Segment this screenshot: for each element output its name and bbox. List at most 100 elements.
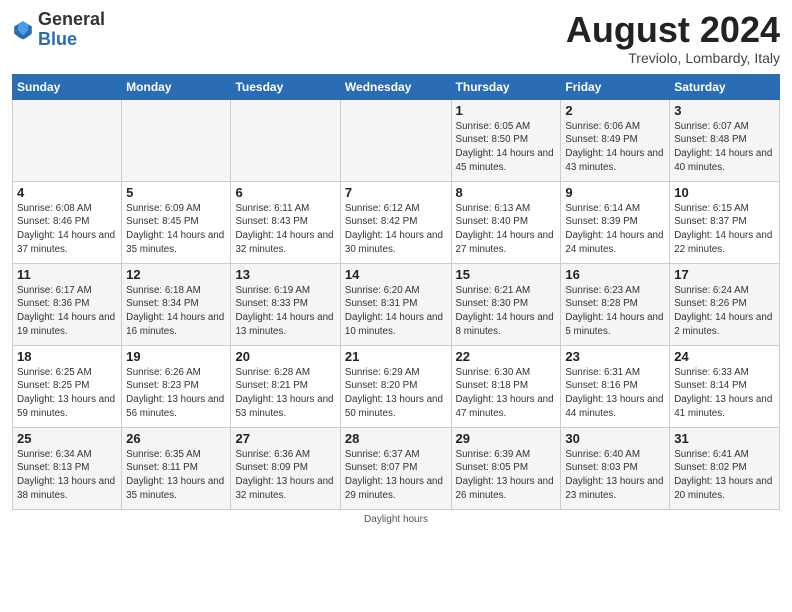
day-number: 4 [17,185,117,200]
day-number: 12 [126,267,226,282]
calendar-week-3: 11Sunrise: 6:17 AM Sunset: 8:36 PM Dayli… [13,263,780,345]
day-info: Sunrise: 6:25 AM Sunset: 8:25 PM Dayligh… [17,366,117,421]
calendar-cell: 8 Sunrise: 6:13 AM Sunset: 8:40 PM Daylig… [451,181,561,263]
calendar-cell: 6 Sunrise: 6:11 AM Sunset: 8:43 PM Daylig… [231,181,340,263]
day-info: Sunrise: 6:31 AM Sunset: 8:16 PM Dayligh… [565,366,665,421]
day-info: Sunrise: 6:36 AM Sunset: 8:09 PM Dayligh… [235,448,335,503]
day-info: Sunrise: 6:13 AM Sunset: 8:40 PM Dayligh… [456,202,557,257]
calendar-cell: 4 Sunrise: 6:08 AM Sunset: 8:46 PM Daylig… [13,181,122,263]
calendar-cell: 26Sunrise: 6:35 AM Sunset: 8:11 PM Dayli… [122,427,231,509]
logo-text: General Blue [38,10,105,50]
calendar-week-4: 18Sunrise: 6:25 AM Sunset: 8:25 PM Dayli… [13,345,780,427]
calendar-cell: 3 Sunrise: 6:07 AM Sunset: 8:48 PM Daylig… [670,99,780,181]
day-number: 14 [345,267,447,282]
col-header-saturday: Saturday [670,74,780,99]
day-number: 2 [565,103,665,118]
calendar-header-row: SundayMondayTuesdayWednesdayThursdayFrid… [13,74,780,99]
calendar-cell: 31 Sunrise: 6:41 AM Sunset: 8:02 PM Dayli… [670,427,780,509]
day-info: Sunrise: 6:20 AM Sunset: 8:31 PM Dayligh… [345,284,447,339]
col-header-sunday: Sunday [13,74,122,99]
calendar-cell: 29Sunrise: 6:39 AM Sunset: 8:05 PM Dayli… [451,427,561,509]
calendar-cell: 17Sunrise: 6:24 AM Sunset: 8:26 PM Dayli… [670,263,780,345]
day-number: 28 [345,431,447,446]
calendar-cell: 9 Sunrise: 6:14 AM Sunset: 8:39 PM Daylig… [561,181,670,263]
day-number: 16 [565,267,665,282]
day-number: 7 [345,185,447,200]
day-number: 5 [126,185,226,200]
day-info: Sunrise: 6:34 AM Sunset: 8:13 PM Dayligh… [17,448,117,503]
day-info: Sunrise: 6:21 AM Sunset: 8:30 PM Dayligh… [456,284,557,339]
logo-icon [12,19,34,41]
calendar-cell: 25 Sunrise: 6:34 AM Sunset: 8:13 PM Dayli… [13,427,122,509]
calendar-week-1: 1 Sunrise: 6:05 AM Sunset: 8:50 PM Daylig… [13,99,780,181]
day-info: Sunrise: 6:17 AM Sunset: 8:36 PM Dayligh… [17,284,117,339]
day-info: Sunrise: 6:07 AM Sunset: 8:48 PM Dayligh… [674,120,775,175]
day-info: Sunrise: 6:40 AM Sunset: 8:03 PM Dayligh… [565,448,665,503]
calendar-cell: 14 Sunrise: 6:20 AM Sunset: 8:31 PM Dayli… [340,263,451,345]
day-info: Sunrise: 6:23 AM Sunset: 8:28 PM Dayligh… [565,284,665,339]
day-info: Sunrise: 6:35 AM Sunset: 8:11 PM Dayligh… [126,448,226,503]
col-header-tuesday: Tuesday [231,74,340,99]
day-info: Sunrise: 6:29 AM Sunset: 8:20 PM Dayligh… [345,366,447,421]
day-number: 25 [17,431,117,446]
calendar-table: SundayMondayTuesdayWednesdayThursdayFrid… [12,74,780,510]
day-number: 31 [674,431,775,446]
day-number: 30 [565,431,665,446]
calendar-cell: 13 Sunrise: 6:19 AM Sunset: 8:33 PM Dayli… [231,263,340,345]
calendar-cell: 30 Sunrise: 6:40 AM Sunset: 8:03 PM Dayli… [561,427,670,509]
day-info: Sunrise: 6:05 AM Sunset: 8:50 PM Dayligh… [456,120,557,175]
calendar-cell: 10Sunrise: 6:15 AM Sunset: 8:37 PM Dayli… [670,181,780,263]
col-header-friday: Friday [561,74,670,99]
calendar-cell: 16 Sunrise: 6:23 AM Sunset: 8:28 PM Dayli… [561,263,670,345]
day-number: 21 [345,349,447,364]
calendar-cell: 18Sunrise: 6:25 AM Sunset: 8:25 PM Dayli… [13,345,122,427]
day-info: Sunrise: 6:08 AM Sunset: 8:46 PM Dayligh… [17,202,117,257]
day-info: Sunrise: 6:28 AM Sunset: 8:21 PM Dayligh… [235,366,335,421]
day-number: 20 [235,349,335,364]
footer-note: Daylight hours [12,514,780,525]
day-number: 27 [235,431,335,446]
day-number: 29 [456,431,557,446]
month-title: August 2024 [566,10,780,50]
page-container: General Blue August 2024 Treviolo, Lomba… [0,0,792,531]
day-info: Sunrise: 6:09 AM Sunset: 8:45 PM Dayligh… [126,202,226,257]
day-info: Sunrise: 6:11 AM Sunset: 8:43 PM Dayligh… [235,202,335,257]
calendar-cell: 24Sunrise: 6:33 AM Sunset: 8:14 PM Dayli… [670,345,780,427]
day-info: Sunrise: 6:41 AM Sunset: 8:02 PM Dayligh… [674,448,775,503]
col-header-thursday: Thursday [451,74,561,99]
day-number: 13 [235,267,335,282]
calendar-cell: 19Sunrise: 6:26 AM Sunset: 8:23 PM Dayli… [122,345,231,427]
calendar-cell: 1 Sunrise: 6:05 AM Sunset: 8:50 PM Daylig… [451,99,561,181]
calendar-cell: 21 Sunrise: 6:29 AM Sunset: 8:20 PM Dayli… [340,345,451,427]
calendar-cell: 5 Sunrise: 6:09 AM Sunset: 8:45 PM Daylig… [122,181,231,263]
day-number: 22 [456,349,557,364]
calendar-cell [13,99,122,181]
calendar-cell: 12 Sunrise: 6:18 AM Sunset: 8:34 PM Dayli… [122,263,231,345]
day-info: Sunrise: 6:12 AM Sunset: 8:42 PM Dayligh… [345,202,447,257]
col-header-monday: Monday [122,74,231,99]
day-number: 24 [674,349,775,364]
day-number: 10 [674,185,775,200]
day-info: Sunrise: 6:18 AM Sunset: 8:34 PM Dayligh… [126,284,226,339]
calendar-cell [340,99,451,181]
day-number: 3 [674,103,775,118]
day-info: Sunrise: 6:06 AM Sunset: 8:49 PM Dayligh… [565,120,665,175]
calendar-cell: 20 Sunrise: 6:28 AM Sunset: 8:21 PM Dayli… [231,345,340,427]
title-area: August 2024 Treviolo, Lombardy, Italy [566,10,780,66]
calendar-week-5: 25 Sunrise: 6:34 AM Sunset: 8:13 PM Dayli… [13,427,780,509]
calendar-cell: 15 Sunrise: 6:21 AM Sunset: 8:30 PM Dayli… [451,263,561,345]
day-number: 9 [565,185,665,200]
day-number: 8 [456,185,557,200]
calendar-cell: 23 Sunrise: 6:31 AM Sunset: 8:16 PM Dayli… [561,345,670,427]
day-number: 15 [456,267,557,282]
day-info: Sunrise: 6:14 AM Sunset: 8:39 PM Dayligh… [565,202,665,257]
logo: General Blue [12,10,105,50]
day-number: 6 [235,185,335,200]
logo-blue-text: Blue [38,29,77,49]
calendar-cell: 22Sunrise: 6:30 AM Sunset: 8:18 PM Dayli… [451,345,561,427]
day-number: 1 [456,103,557,118]
location-subtitle: Treviolo, Lombardy, Italy [566,50,780,66]
day-info: Sunrise: 6:19 AM Sunset: 8:33 PM Dayligh… [235,284,335,339]
calendar-cell: 2 Sunrise: 6:06 AM Sunset: 8:49 PM Daylig… [561,99,670,181]
day-number: 23 [565,349,665,364]
